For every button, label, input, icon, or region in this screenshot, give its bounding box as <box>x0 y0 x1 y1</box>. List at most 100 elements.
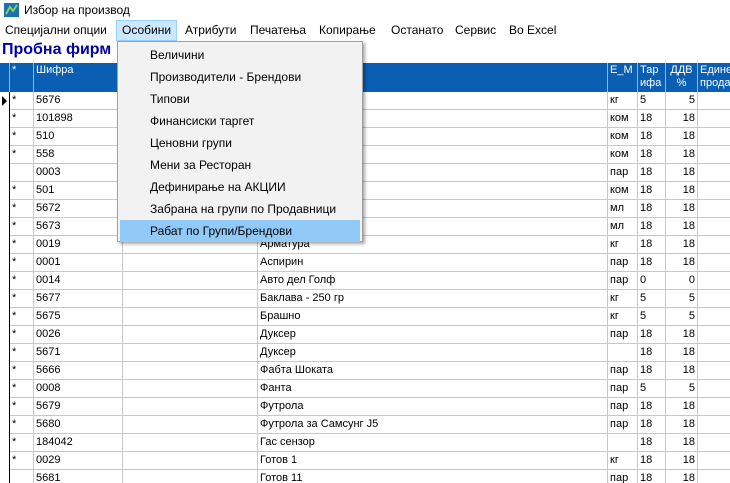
cell-mark[interactable]: * <box>10 254 34 272</box>
cell-code[interactable]: 101898 <box>34 110 123 128</box>
cell-price[interactable]: 10 <box>698 200 730 218</box>
table-row[interactable]: *5673мл1818100 <box>0 218 730 236</box>
cell-tariff[interactable]: 18 <box>638 470 666 483</box>
cell-tariff[interactable]: 18 <box>638 326 666 344</box>
cell-price[interactable]: 0 <box>698 434 730 452</box>
cell-unit[interactable] <box>608 344 638 362</box>
cell-code[interactable]: 5679 <box>34 398 123 416</box>
table-row[interactable]: *0001Аспиринпар1818120 <box>0 254 730 272</box>
col-mark-header[interactable]: * <box>10 63 34 92</box>
cell-unit[interactable]: кг <box>608 290 638 308</box>
cell-code[interactable]: 0026 <box>34 326 123 344</box>
menu-special-options[interactable]: Специјални опции <box>0 20 112 41</box>
cell-unit[interactable]: пар <box>608 272 638 290</box>
menu-item-restaurant-menu[interactable]: Мени за Ресторан <box>120 154 360 176</box>
cell-price[interactable]: 150 <box>698 290 730 308</box>
cell-vat[interactable]: 18 <box>666 470 698 483</box>
cell-unit[interactable]: пар <box>608 470 638 483</box>
cell-mark[interactable]: * <box>10 326 34 344</box>
cell-vat[interactable]: 18 <box>666 452 698 470</box>
cell-vat[interactable]: 18 <box>666 344 698 362</box>
cell-tariff[interactable]: 18 <box>638 398 666 416</box>
cell-vat[interactable]: 5 <box>666 290 698 308</box>
table-row[interactable]: *0026Дуксерпар18181500 <box>0 326 730 344</box>
cell-price[interactable]: 100 <box>698 218 730 236</box>
cell-unit[interactable]: пар <box>608 398 638 416</box>
cell-code[interactable]: 5673 <box>34 218 123 236</box>
cell-price[interactable]: 11 <box>698 146 730 164</box>
cell-price[interactable]: 1500 <box>698 326 730 344</box>
cell-unit[interactable]: кг <box>608 236 638 254</box>
cell-name[interactable]: Авто дел Голф <box>258 272 608 290</box>
table-row[interactable]: *5671Дуксер18182300 <box>0 344 730 362</box>
cell-price[interactable]: 150 <box>698 416 730 434</box>
cell-mark[interactable]: * <box>10 308 34 326</box>
table-row[interactable]: *0014Авто дел Голфпар00120 <box>0 272 730 290</box>
cell-code[interactable]: 0008 <box>34 380 123 398</box>
table-row[interactable]: 0003пар1818600 <box>0 164 730 182</box>
cell-mark[interactable] <box>10 470 34 483</box>
cell-tariff[interactable]: 18 <box>638 110 666 128</box>
cell-vat[interactable]: 18 <box>666 398 698 416</box>
cell-code[interactable]: 5675 <box>34 308 123 326</box>
cell-code[interactable]: 5680 <box>34 416 123 434</box>
col-price-header[interactable]: Едине прода <box>698 63 730 92</box>
cell-tariff[interactable]: 18 <box>638 128 666 146</box>
cell-name[interactable]: Фабта Шоката <box>258 362 608 380</box>
cell-price[interactable]: 9 <box>698 182 730 200</box>
cell-price[interactable]: 100 <box>698 452 730 470</box>
cell-tariff[interactable]: 18 <box>638 182 666 200</box>
cell-name[interactable]: Футрола <box>258 398 608 416</box>
menu-service[interactable]: Сервис <box>450 20 501 41</box>
col-vat-header[interactable]: ДДВ % <box>666 63 698 92</box>
cell-name[interactable]: Дуксер <box>258 326 608 344</box>
cell-price[interactable]: 120 <box>698 272 730 290</box>
col-unit-header[interactable]: Е_М <box>608 63 638 92</box>
cell-mark[interactable] <box>10 164 34 182</box>
cell-vat[interactable]: 5 <box>666 380 698 398</box>
cell-price[interactable]: 0 <box>698 92 730 110</box>
cell-unit[interactable]: пар <box>608 362 638 380</box>
cell-unit[interactable]: пар <box>608 416 638 434</box>
cell-name[interactable]: Дуксер <box>258 344 608 362</box>
cell-code[interactable]: 501 <box>34 182 123 200</box>
cell-unit[interactable]: кг <box>608 452 638 470</box>
cell-tariff[interactable]: 18 <box>638 236 666 254</box>
menu-properties[interactable]: Особини <box>116 20 178 41</box>
cell-mark[interactable]: * <box>10 110 34 128</box>
cell-price[interactable]: 600 <box>698 164 730 182</box>
cell-vat[interactable]: 18 <box>666 254 698 272</box>
cell-code[interactable]: 510 <box>34 128 123 146</box>
cell-mark[interactable]: * <box>10 398 34 416</box>
table-row[interactable]: *5675Брашнокг550 <box>0 308 730 326</box>
table-row[interactable]: *5676кг550 <box>0 92 730 110</box>
cell-vat[interactable]: 18 <box>666 164 698 182</box>
cell-mark[interactable]: * <box>10 182 34 200</box>
cell-price[interactable]: 8 <box>698 128 730 146</box>
cell-tariff[interactable]: 18 <box>638 218 666 236</box>
table-row[interactable]: *5679Футролапар1818100 <box>0 398 730 416</box>
cell-unit[interactable]: ком <box>608 110 638 128</box>
cell-tariff[interactable]: 5 <box>638 92 666 110</box>
menu-item-sizes[interactable]: Величини <box>120 44 360 66</box>
table-row[interactable]: *5666Фабта Шокатапар1818100 <box>0 362 730 380</box>
menu-printing[interactable]: Печатења <box>245 20 311 41</box>
cell-tariff[interactable]: 0 <box>638 272 666 290</box>
cell-code[interactable]: 5671 <box>34 344 123 362</box>
cell-price[interactable]: 120 <box>698 254 730 272</box>
cell-mark[interactable]: * <box>10 362 34 380</box>
table-row[interactable]: *5677Баклава - 250 гркг55150 <box>0 290 730 308</box>
table-row[interactable]: *5672мл181810 <box>0 200 730 218</box>
cell-code[interactable]: 5676 <box>34 92 123 110</box>
cell-tariff[interactable]: 18 <box>638 146 666 164</box>
menu-item-price-groups[interactable]: Ценовни групи <box>120 132 360 154</box>
cell-vat[interactable]: 18 <box>666 200 698 218</box>
cell-price[interactable]: 100 <box>698 362 730 380</box>
cell-code[interactable]: 184042 <box>34 434 123 452</box>
cell-unit[interactable]: ком <box>608 146 638 164</box>
cell-code[interactable]: 0019 <box>34 236 123 254</box>
cell-name[interactable]: Фанта <box>258 380 608 398</box>
cell-code[interactable]: 0014 <box>34 272 123 290</box>
cell-vat[interactable]: 18 <box>666 416 698 434</box>
cell-code[interactable]: 5666 <box>34 362 123 380</box>
